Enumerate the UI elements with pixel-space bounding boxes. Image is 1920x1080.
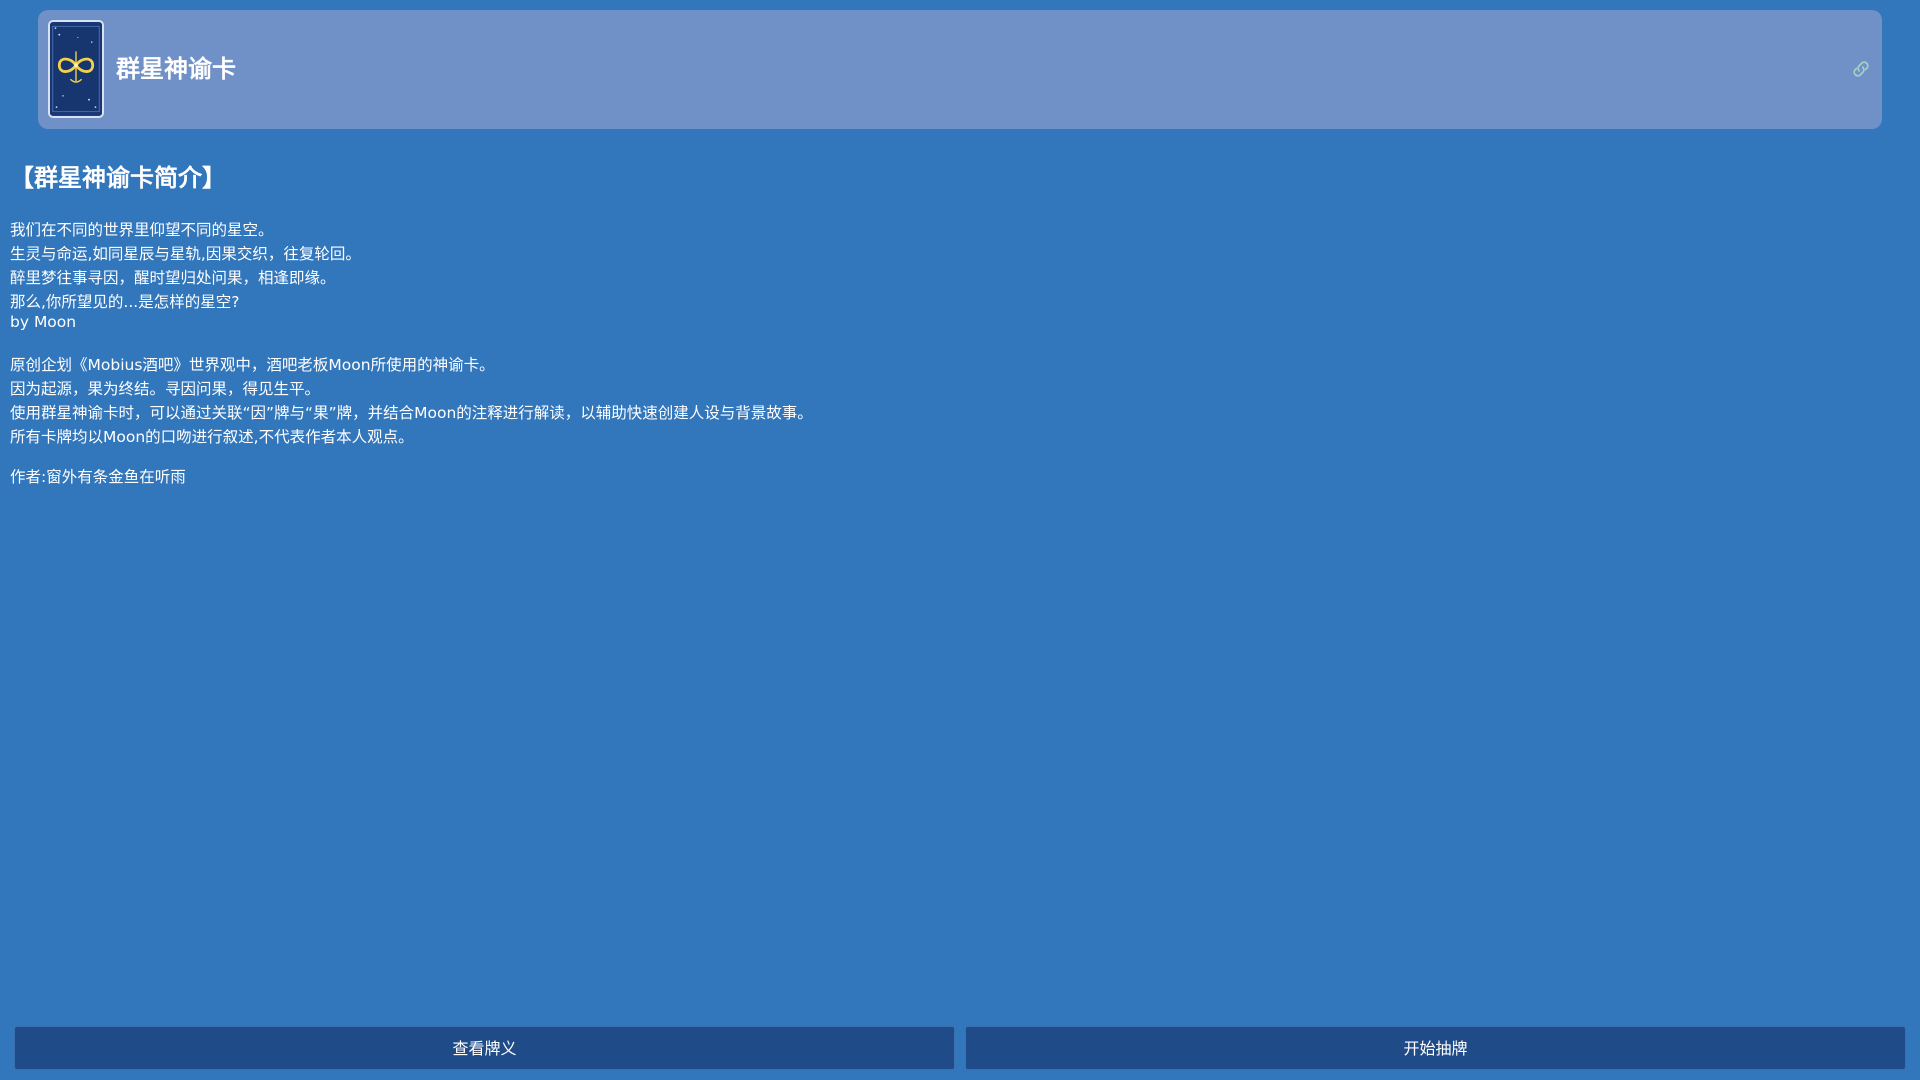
author-block: 作者:窗外有条金鱼在听雨 [10,465,1890,489]
poem-line: 我们在不同的世界里仰望不同的星空。 [10,221,274,239]
byline: by Moon [10,313,77,331]
description-line: 原创企划《Mobius酒吧》世界观中，酒吧老板Moon所使用的神谕卡。 [10,356,495,374]
description-line: 因为起源，果为终结。寻因问果，得见生平。 [10,380,321,398]
poem-line: 那么,你所望见的...是怎样的星空? [10,293,240,311]
description-line: 使用群星神谕卡时，可以通过关联“因”牌与“果”牌，并结合Moon的注释进行解读，… [10,404,813,422]
description-block: 原创企划《Mobius酒吧》世界观中，酒吧老板Moon所使用的神谕卡。 因为起源… [10,353,1890,449]
poem-block: 我们在不同的世界里仰望不同的星空。 生灵与命运,如同星辰与星轨,因果交织，往复轮… [10,218,1890,330]
poem-line: 醉里梦往事寻因，醒时望归处问果，相逢即缘。 [10,269,336,287]
app-page: 群星神谕卡 【群星神谕卡简介】 我们在不同的世界里仰望不同的星空。 生灵与命运,… [0,0,1920,1080]
intro-section: 【群星神谕卡简介】 我们在不同的世界里仰望不同的星空。 生灵与命运,如同星辰与星… [10,160,1890,489]
author-credit: 作者:窗外有条金鱼在听雨 [10,468,186,486]
app-title: 群星神谕卡 [116,55,236,83]
infinity-card-icon [48,20,104,118]
start-draw-button[interactable]: 开始抽牌 [965,1026,1906,1070]
link-icon[interactable] [1850,58,1872,80]
description-line: 所有卡牌均以Moon的口吻进行叙述,不代表作者本人观点。 [10,428,414,446]
intro-heading: 【群星神谕卡简介】 [10,164,226,192]
header-bar: 群星神谕卡 [38,10,1882,129]
poem-line: 生灵与命运,如同星辰与星轨,因果交织，往复轮回。 [10,245,361,263]
view-meanings-button[interactable]: 查看牌义 [14,1026,955,1070]
